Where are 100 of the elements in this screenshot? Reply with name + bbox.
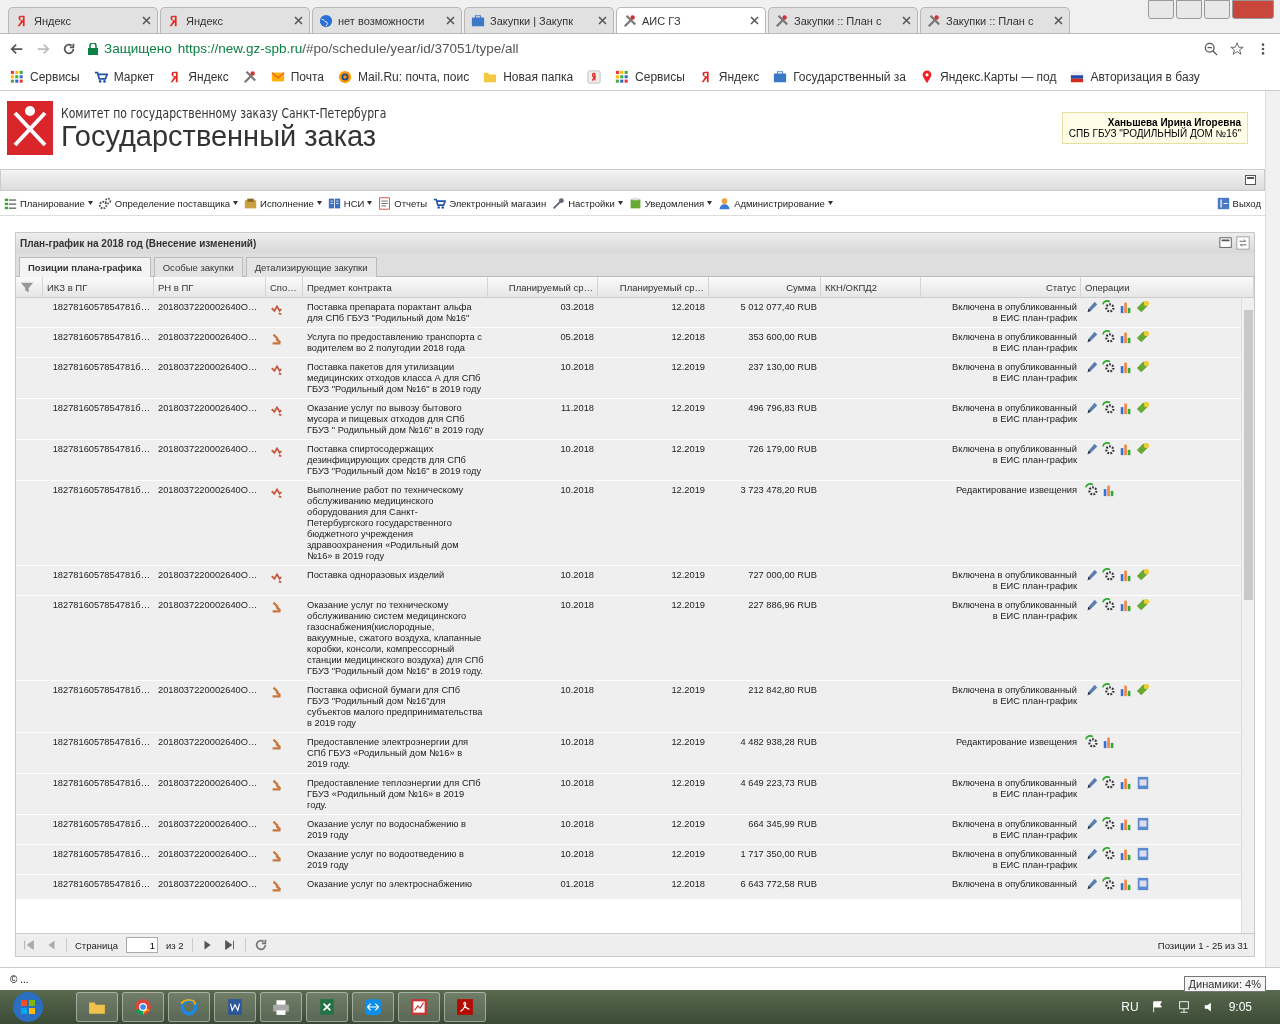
flag-icon[interactable] <box>1150 1000 1165 1014</box>
table-cell-text: 2018037220002640О… <box>157 443 259 456</box>
bookmark[interactable] <box>242 69 257 84</box>
scrollbar[interactable] <box>1265 91 1280 967</box>
close-icon[interactable] <box>446 16 455 25</box>
browser-icon <box>180 998 198 1016</box>
taskbar-app[interactable] <box>214 992 256 1022</box>
panel-tab[interactable]: Особые закупки <box>153 257 243 277</box>
bookmark[interactable] <box>587 69 602 84</box>
table-cell-text: Включена в опубликованный в ЕИС план-график <box>951 599 1078 623</box>
column-header[interactable]: Планируемый ср… <box>488 277 598 297</box>
browser-tab[interactable]: АИС ГЗ <box>616 7 766 33</box>
menu-item[interactable]: Администрирование <box>718 196 833 210</box>
browser-tab[interactable]: Яндекс <box>8 7 158 33</box>
column-header[interactable]: Спо… <box>266 277 303 297</box>
star-icon[interactable] <box>1230 41 1244 56</box>
browser-tab[interactable]: Закупки :: План с <box>768 7 918 33</box>
column-header[interactable]: ККН/ОКПД2 <box>821 277 921 297</box>
panel-tab[interactable]: Позиции плана-графика <box>19 257 151 277</box>
taskbar-app[interactable] <box>260 992 302 1022</box>
menu-item[interactable]: Уведомления <box>628 196 713 210</box>
gear-cycle-icon <box>1102 817 1116 831</box>
panel-tab[interactable]: Детализирующие закупки <box>245 257 377 277</box>
bookmark[interactable]: Почта <box>270 69 325 84</box>
collapse-icon[interactable] <box>1219 236 1233 250</box>
bookmark[interactable]: Государственный за <box>773 69 906 84</box>
bookmark[interactable]: Яндекс.Карты — под <box>920 69 1057 84</box>
bookmark[interactable]: Mail.Ru: почта, поис <box>338 69 470 84</box>
table-cell-text: 237 130,00 RUB <box>747 361 818 374</box>
menu-item[interactable]: НСИ <box>327 196 373 210</box>
filter-icon[interactable] <box>20 280 34 294</box>
bookmark[interactable]: Яндекс <box>698 69 760 84</box>
table-cell-text: 12.2019 <box>670 361 706 374</box>
network-icon[interactable] <box>1176 1000 1191 1014</box>
menu-item[interactable]: Исполнение <box>244 196 322 210</box>
tag-icon <box>1136 442 1150 456</box>
last-page-icon[interactable] <box>222 938 237 952</box>
column-header[interactable]: РН в ПГ <box>154 277 266 297</box>
menu-item[interactable]: Отчеты <box>378 196 428 210</box>
pencil-icon <box>1085 877 1099 891</box>
column-header[interactable]: Статус <box>921 277 1081 297</box>
menu-item[interactable]: Настройки <box>552 196 623 210</box>
column-header[interactable]: Предмет контракта <box>303 277 488 297</box>
table-cell-text: 2018037220002640О… <box>157 878 259 891</box>
close-icon[interactable] <box>142 16 151 25</box>
bookmark[interactable]: Яндекс <box>168 69 229 84</box>
close-icon[interactable] <box>294 16 303 25</box>
taskbar-app[interactable] <box>168 992 210 1022</box>
table-cell-text: 10.2018 <box>559 848 595 861</box>
language-indicator[interactable]: RU <box>1121 1000 1139 1014</box>
globe-icon <box>319 13 333 28</box>
table-cell-text: 664 345,99 RUB <box>747 818 818 831</box>
page-input[interactable]: 1 <box>126 937 159 953</box>
browser-tab[interactable]: Яндекс <box>160 7 310 33</box>
bookmark[interactable]: Сервисы <box>615 69 685 84</box>
caret-icon <box>316 201 322 205</box>
column-header[interactable]: Сумма <box>709 277 821 297</box>
bookmark[interactable]: Авторизация в базу <box>1070 69 1200 84</box>
pencil-icon <box>1085 776 1099 790</box>
menu-item[interactable]: Электронный магазин <box>433 196 547 210</box>
zoom-icon[interactable] <box>1204 41 1218 56</box>
logout-link[interactable]: Выход <box>1216 196 1261 210</box>
bookmark[interactable]: Маркет <box>93 69 155 84</box>
reload-icon[interactable] <box>62 41 76 56</box>
bookmark[interactable]: Сервисы <box>10 69 80 84</box>
refresh-icon[interactable] <box>1236 236 1250 250</box>
close-icon[interactable] <box>598 16 607 25</box>
column-header[interactable]: ИКЗ в ПГ <box>43 277 154 297</box>
table-cell-text: 01.2018 <box>559 878 595 891</box>
menu-item[interactable]: Планирование <box>4 196 93 210</box>
column-header[interactable]: Операции <box>1081 277 1254 297</box>
close-icon[interactable] <box>750 16 759 25</box>
bar-chart-icon <box>1102 735 1116 749</box>
table-cell-text: 3 723 478,20 RUB <box>739 484 818 497</box>
tag-icon <box>1136 598 1150 612</box>
bookmark[interactable]: Новая папка <box>483 69 574 84</box>
browser-tab[interactable]: Закупки :: План с <box>920 7 1070 33</box>
clock[interactable]: 9:05 <box>1228 1000 1252 1014</box>
menu-item[interactable]: Определение поставщика <box>98 196 239 210</box>
taskbar-app[interactable] <box>76 992 118 1022</box>
browser-tab[interactable]: нет возможности <box>312 7 462 33</box>
gear-cycle-icon <box>1102 598 1116 612</box>
collapse-icon[interactable] <box>1245 175 1256 185</box>
taskbar-app[interactable] <box>444 992 486 1022</box>
back-icon[interactable] <box>10 41 24 56</box>
table-cell-text: 726 179,00 RUB <box>747 443 818 456</box>
close-icon[interactable] <box>1054 16 1063 25</box>
taskbar-app[interactable] <box>352 992 394 1022</box>
column-header[interactable]: Планируемый ср… <box>598 277 709 297</box>
refresh-icon[interactable] <box>253 938 268 952</box>
page-count: из 2 <box>166 939 184 951</box>
taskbar-app[interactable] <box>306 992 348 1022</box>
table-cell-text: 05.2018 <box>559 331 595 344</box>
close-icon[interactable] <box>902 16 911 25</box>
scrollbar-thumb[interactable] <box>1243 310 1253 600</box>
browser-tab[interactable]: Закупки | Закупк <box>464 7 614 33</box>
address-bar[interactable]: Защищено https://new.gz-spb.ru/#po/schedule/year/id/37051/type/all <box>88 37 1192 60</box>
tag-icon <box>1136 330 1150 344</box>
taskbar-app[interactable] <box>398 992 440 1022</box>
taskbar-app[interactable] <box>122 992 164 1022</box>
